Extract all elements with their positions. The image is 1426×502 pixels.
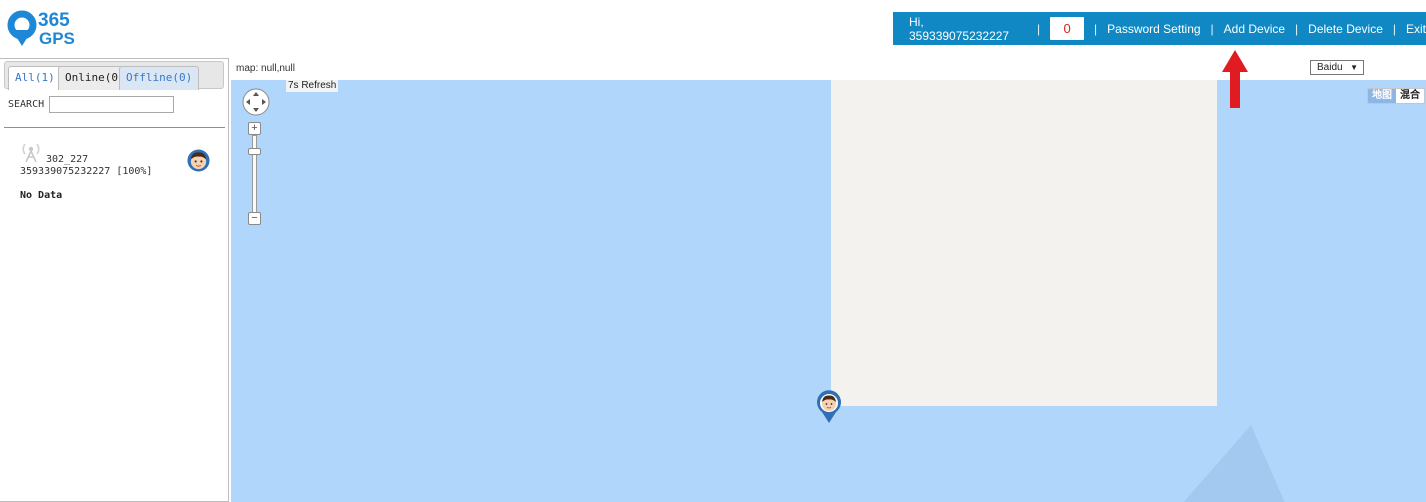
device-location-marker-icon[interactable] — [815, 390, 843, 424]
zoom-slider-handle[interactable] — [248, 148, 261, 155]
nav-separator: | — [1036, 21, 1041, 36]
zoom-slider-track[interactable] — [252, 135, 257, 213]
map-canvas[interactable]: 7s Refresh + − 地图 混合 — [231, 80, 1426, 502]
map-type-map[interactable]: 地图 — [1368, 89, 1396, 103]
alarm-count-badge[interactable]: 0 — [1050, 17, 1085, 40]
signal-tower-icon — [22, 143, 40, 163]
exit-link[interactable]: Exit — [1406, 22, 1426, 36]
search-input[interactable] — [49, 96, 174, 113]
zoom-in-button[interactable]: + — [248, 122, 261, 135]
device-name: 302_227 — [46, 154, 89, 165]
red-arrow-annotation-icon — [1222, 50, 1248, 108]
nav-separator: | — [1295, 21, 1299, 36]
device-sidebar: All(1) Online(0) Offline(0) SEARCH 302_2… — [0, 58, 229, 502]
nav-separator: | — [1094, 21, 1098, 36]
map-type-hybrid[interactable]: 混合 — [1396, 89, 1424, 103]
device-list-item[interactable]: 302_227 359339075232227 [100%] — [20, 141, 215, 191]
svg-text:365: 365 — [38, 10, 70, 31]
password-setting-link[interactable]: Password Setting — [1107, 22, 1200, 36]
device-imei-status: 359339075232227 [100%] — [20, 166, 153, 177]
map-type-switcher: 地图 混合 — [1367, 88, 1425, 104]
zoom-out-button[interactable]: − — [248, 212, 261, 225]
boy-avatar-icon — [187, 149, 210, 172]
user-greeting: Hi, 359339075232227 — [909, 14, 1010, 43]
top-nav-bar: Hi, 359339075232227 | 0 | Password Setti… — [893, 12, 1426, 45]
map-coordinates: map: null,null — [236, 63, 295, 74]
dropdown-triangle-icon: ▼ — [1350, 63, 1358, 72]
pan-control-icon[interactable] — [242, 88, 270, 116]
map-land-area — [831, 80, 1217, 406]
tab-offline[interactable]: Offline(0) — [119, 66, 200, 90]
nav-separator: | — [1210, 21, 1214, 36]
tab-all[interactable]: All(1) — [8, 66, 62, 90]
refresh-timer: 7s Refresh — [286, 80, 339, 92]
map-provider-select[interactable]: Baidu ▼ — [1310, 60, 1364, 75]
svg-text:GPS: GPS — [39, 29, 75, 48]
app-logo: 365 GPS — [6, 6, 86, 50]
search-label: SEARCH — [8, 99, 45, 110]
watermark-arrow-shape — [1183, 425, 1285, 502]
sidebar-divider — [4, 127, 225, 128]
add-device-link[interactable]: Add Device — [1224, 22, 1285, 36]
delete-device-link[interactable]: Delete Device — [1308, 22, 1383, 36]
map-provider-value: Baidu — [1317, 62, 1343, 73]
no-data-text: No Data — [20, 190, 63, 201]
nav-separator: | — [1392, 21, 1396, 36]
device-filter-tabs: All(1) Online(0) Offline(0) — [4, 61, 224, 90]
